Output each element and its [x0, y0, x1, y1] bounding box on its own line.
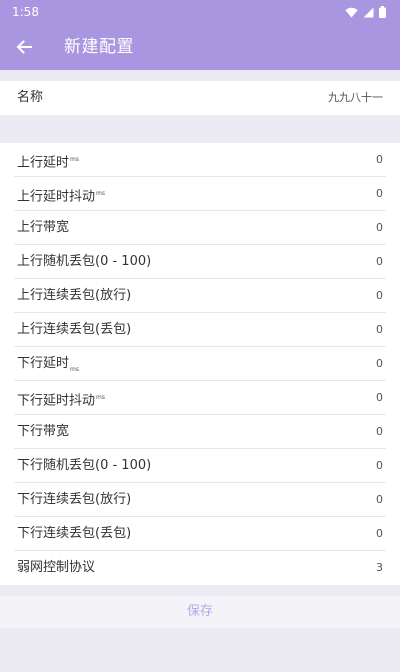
setting-value: 0: [376, 493, 383, 506]
name-row[interactable]: 名称 九九八十一: [0, 81, 400, 115]
setting-row-uplink-random-loss[interactable]: 上行随机丢包(0 - 100) 0: [0, 245, 400, 279]
setting-value: 0: [376, 323, 383, 336]
setting-value: 0: [376, 357, 383, 370]
unit-label: ms: [70, 365, 79, 373]
setting-label: 上行连续丢包(丢包): [17, 322, 132, 337]
setting-value: 0: [376, 289, 383, 302]
setting-label: 上行连续丢包(放行): [17, 288, 132, 303]
setting-row-uplink-bandwidth[interactable]: 上行带宽 0: [0, 211, 400, 245]
setting-label: 下行延时抖动ms: [17, 393, 105, 409]
arrow-back-icon[interactable]: [14, 37, 34, 57]
battery-icon: [379, 6, 386, 18]
setting-row-downlink-random-loss[interactable]: 下行随机丢包(0 - 100) 0: [0, 449, 400, 483]
setting-value: 3: [376, 561, 383, 574]
unit-label: ms: [70, 156, 79, 163]
name-value: 九九八十一: [328, 91, 383, 104]
setting-row-weak-network-protocol[interactable]: 弱网控制协议 3: [0, 551, 400, 585]
save-button[interactable]: 保存: [0, 596, 400, 628]
unit-label: ms: [96, 190, 105, 197]
setting-value: 0: [376, 391, 383, 404]
setting-row-uplink-delay[interactable]: 上行延时ms 0: [0, 143, 400, 177]
setting-value: 0: [376, 153, 383, 166]
setting-label: 下行带宽: [17, 424, 70, 439]
save-button-label: 保存: [186, 604, 213, 619]
setting-row-uplink-burst-pass[interactable]: 上行连续丢包(放行) 0: [0, 279, 400, 313]
name-label: 名称: [17, 90, 44, 105]
setting-value: 0: [376, 459, 383, 472]
setting-label: 弱网控制协议: [17, 560, 96, 575]
setting-row-downlink-jitter[interactable]: 下行延时抖动ms 0: [0, 381, 400, 415]
setting-label: 下行连续丢包(丢包): [17, 526, 132, 541]
setting-row-downlink-delay[interactable]: 下行延时ms 0: [0, 347, 400, 381]
setting-label: 上行延时ms: [17, 155, 79, 171]
setting-row-uplink-jitter[interactable]: 上行延时抖动ms 0: [0, 177, 400, 211]
status-time: 1:58: [12, 5, 39, 19]
setting-label: 下行连续丢包(放行): [17, 492, 132, 507]
setting-row-uplink-burst-drop[interactable]: 上行连续丢包(丢包) 0: [0, 313, 400, 347]
setting-label: 下行延时ms: [17, 356, 79, 373]
setting-value: 0: [376, 425, 383, 438]
setting-label: 上行带宽: [17, 220, 70, 235]
setting-value: 0: [376, 187, 383, 200]
setting-row-downlink-burst-drop[interactable]: 下行连续丢包(丢包) 0: [0, 517, 400, 551]
setting-value: 0: [376, 527, 383, 540]
wifi-icon: [345, 7, 358, 17]
setting-label: 上行随机丢包(0 - 100): [17, 254, 152, 269]
unit-label: ms: [96, 394, 105, 401]
setting-label: 上行延时抖动ms: [17, 189, 105, 205]
setting-label: 下行随机丢包(0 - 100): [17, 458, 152, 473]
signal-icon: [363, 7, 374, 17]
setting-value: 0: [376, 255, 383, 268]
setting-value: 0: [376, 221, 383, 234]
status-icons: [345, 5, 386, 19]
toolbar: 新建配置: [0, 24, 400, 70]
status-bar: 1:58: [0, 0, 400, 24]
setting-row-downlink-bandwidth[interactable]: 下行带宽 0: [0, 415, 400, 449]
app-header: 1:58 新建配置: [0, 0, 400, 70]
setting-row-downlink-burst-pass[interactable]: 下行连续丢包(放行) 0: [0, 483, 400, 517]
page-title: 新建配置: [64, 37, 134, 57]
